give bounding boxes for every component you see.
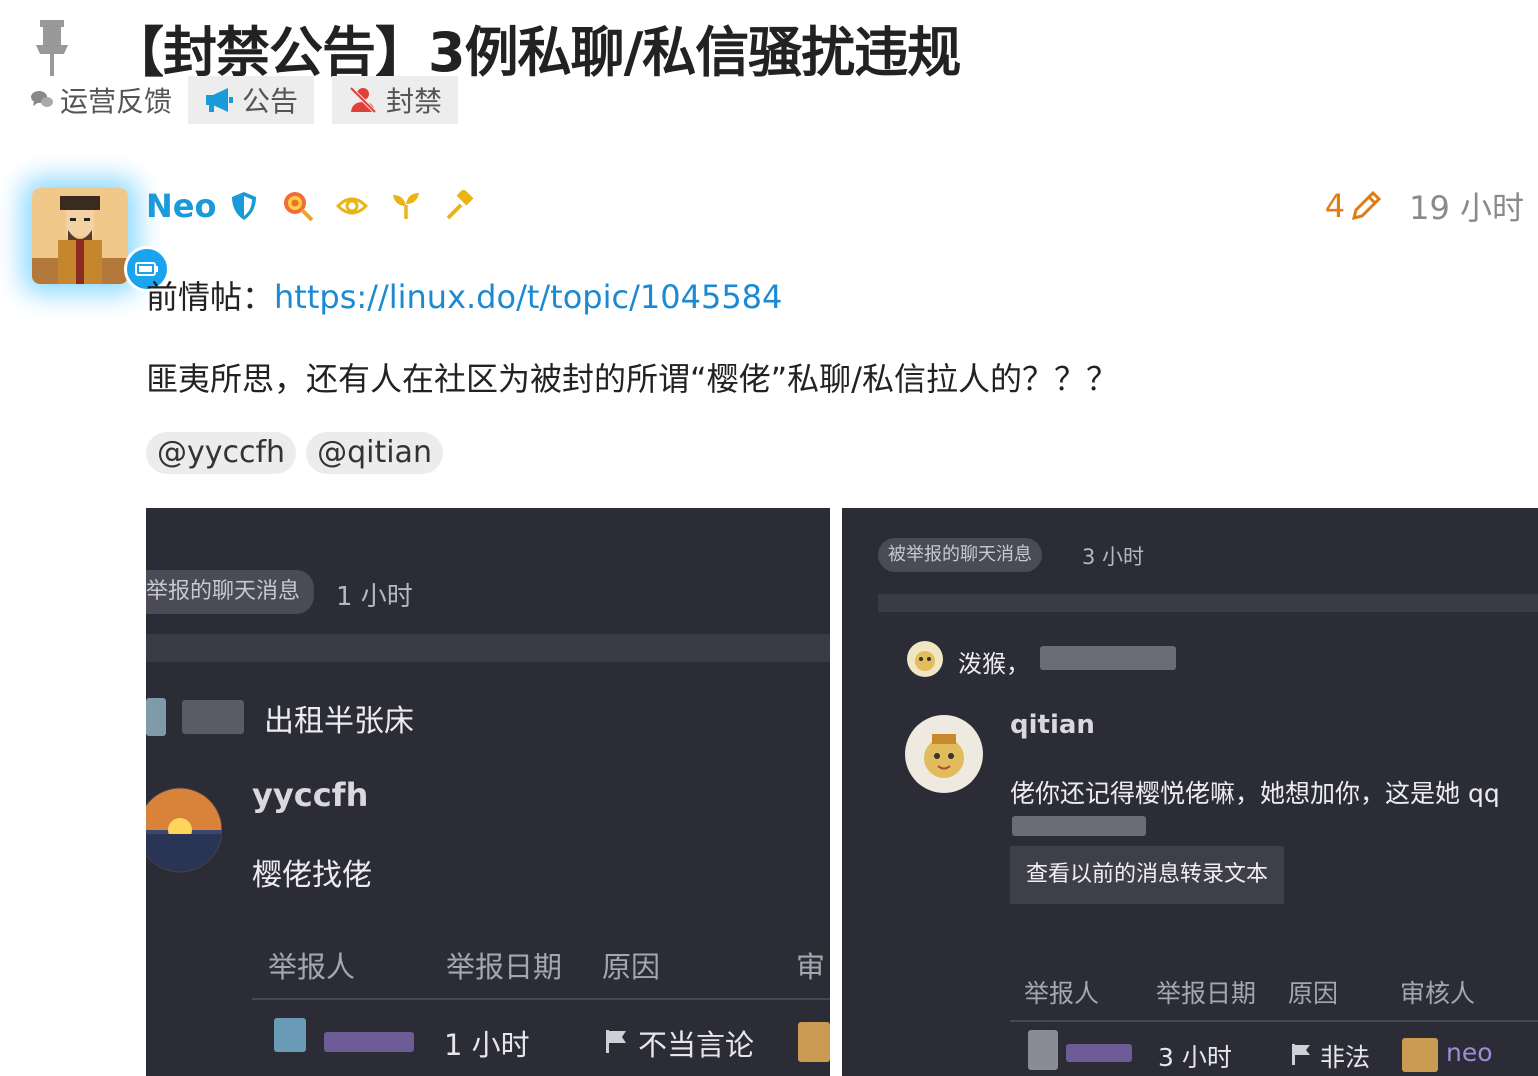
pin-icon [36,19,68,76]
sprout-icon[interactable] [390,190,422,222]
chat-message-2: 樱佬找佬 [252,858,372,893]
user-avatar [905,715,983,793]
post-avatar-wrap[interactable] [32,188,170,292]
category-link[interactable]: 运营反馈 [30,80,172,120]
mention-yyccfh[interactable]: @yyccfh [146,432,297,474]
row-reviewer: neo [1446,1038,1493,1067]
post-info: 4 19 小时 [1325,184,1524,228]
avatar[interactable] [32,188,128,284]
redacted-text-2 [1012,816,1146,836]
redacted-reporter-avatar [1028,1030,1058,1070]
report-time: 3 小时 [1082,545,1145,569]
col-reporter: 举报人 [268,950,356,984]
redacted-avatar [146,698,166,736]
megaphone-icon [206,88,234,112]
post-author: Neo [146,184,498,228]
col-reviewer: 审 [796,950,826,984]
chat-username: yyccfh [252,776,369,814]
report-time: 1 小时 [336,582,413,612]
mention-qitian[interactable]: @qitian [306,432,443,474]
tag-ban[interactable]: 封禁 [332,76,459,124]
redacted-reporter-name [324,1032,414,1052]
col-reporter: 举报人 [1024,979,1100,1008]
header-band [146,634,830,662]
flag-icon [1292,1044,1310,1065]
table-divider [252,998,830,1000]
user-slash-icon [349,86,377,114]
col-reviewer: 审核人 [1400,979,1476,1008]
screenshot-image-1[interactable]: 举报的聊天消息 1 小时 出租半张床 yyccfh 樱佬找佬 举报人 举报日期 … [146,508,830,1076]
col-reason: 原因 [602,950,661,984]
user-avatar [146,787,222,873]
redacted-name [182,700,244,734]
header-band [878,594,1538,612]
chat-username: qitian [1010,710,1095,740]
row-date: 1 小时 [444,1028,530,1062]
reviewer-avatar [798,1022,830,1062]
reviewer-avatar [1402,1038,1438,1072]
view-transcript-button[interactable]: 查看以前的消息转录文本 [1010,846,1285,904]
redacted-reporter-avatar [274,1018,306,1052]
row-date: 3 小时 [1158,1043,1232,1072]
prefix-text: 前情帖： [146,278,275,316]
hammer-icon[interactable] [444,190,476,222]
row-reason: 非法 [1320,1043,1371,1072]
screenshot-image-2[interactable]: 被举报的聊天消息 3 小时 泼猴， qitian 佬你还记得樱悦佬嘛，她想加你，… [842,508,1538,1076]
edit-count[interactable]: 4 [1325,187,1345,225]
chat-message-1: 出租半张床 [264,704,414,739]
pencil-icon[interactable] [1349,189,1383,223]
shield-icon[interactable] [228,190,260,222]
redacted-text-1 [1040,646,1176,670]
reported-chat-pill: 被举报的聊天消息 [878,538,1042,572]
col-reason: 原因 [1288,979,1339,1008]
redacted-reporter-name [1066,1044,1132,1062]
post-body-line1: 前情帖：https://linux.do/t/topic/1045584 [146,272,782,318]
col-date: 举报日期 [446,950,563,984]
topic-link[interactable]: https://linux.do/t/topic/1045584 [274,278,782,316]
tag-label: 封禁 [386,85,443,118]
post-time[interactable]: 19 小时 [1409,183,1524,229]
chat-bubbles-icon [31,91,53,107]
reported-chat-pill: 举报的聊天消息 [146,570,315,614]
table-divider [1010,1020,1538,1022]
flag-icon [606,1030,626,1053]
category-label: 运营反馈 [60,85,173,118]
username[interactable]: Neo [146,187,216,225]
eye-icon[interactable] [336,190,369,222]
chat-message-1: 泼猴， [958,650,1030,678]
small-avatar [907,641,943,677]
mentions: @yyccfh @qitian [146,432,453,474]
tag-label: 公告 [242,85,299,118]
topic-meta: 运营反馈 公告 封禁 [30,76,476,124]
chat-message-2: 佬你还记得樱悦佬嘛，她想加你，这是她 qq [1010,779,1500,808]
tag-announcement[interactable]: 公告 [188,76,315,124]
post-body-line2: 匪夷所思，还有人在社区为被封的所谓“樱佬”私聊/私信拉人的？？？ [146,360,1118,398]
col-date: 举报日期 [1156,979,1257,1008]
row-reason: 不当言论 [638,1028,755,1062]
lollipop-icon[interactable] [282,190,314,222]
